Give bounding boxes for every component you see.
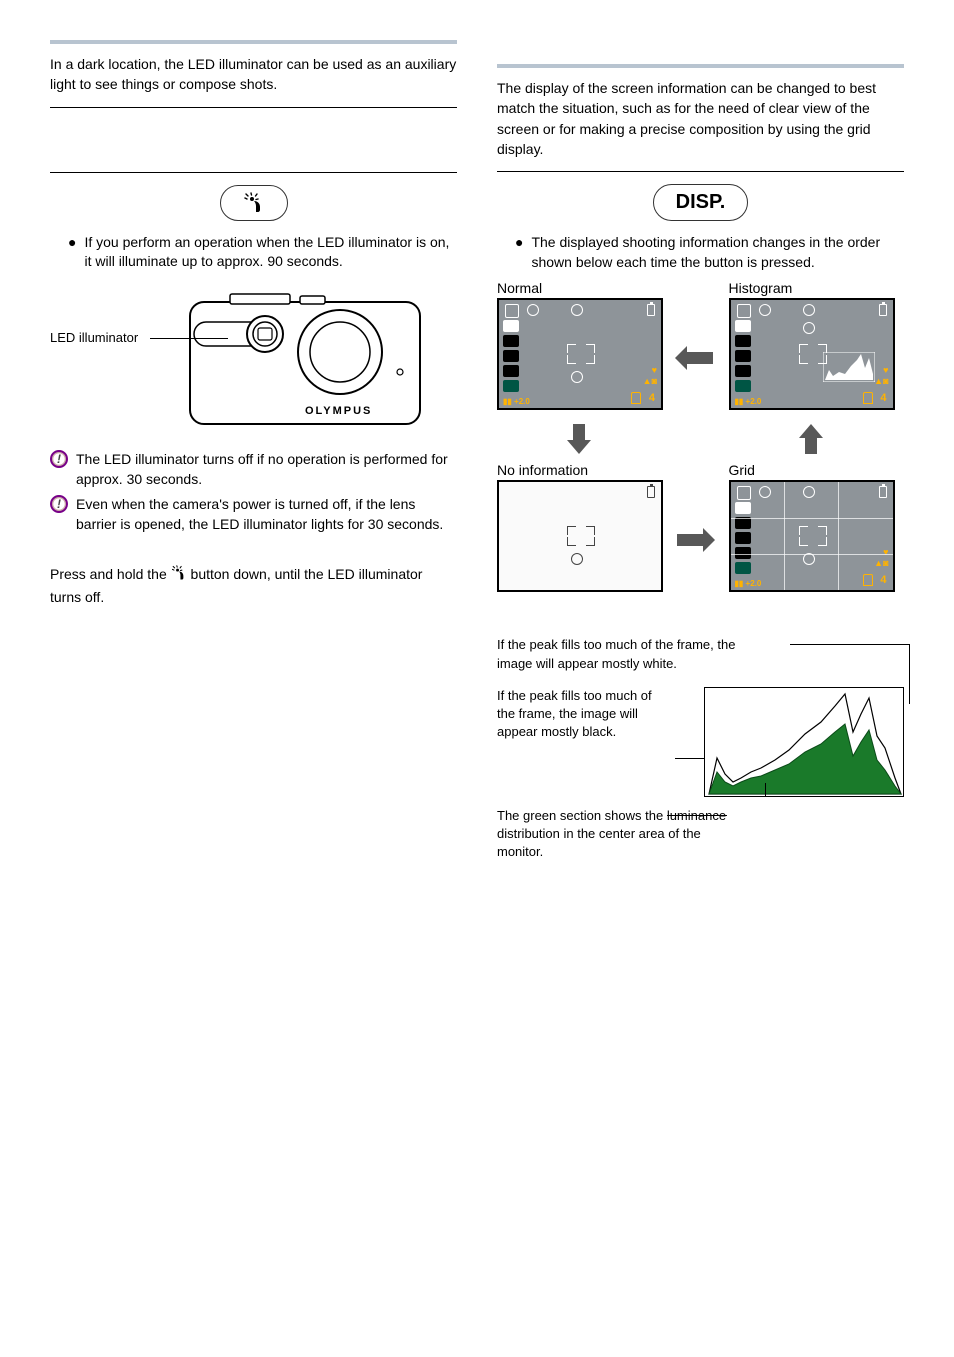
caution-icon: ! <box>50 495 68 513</box>
bullet-dot-icon: ● <box>515 233 523 272</box>
note-text: The LED illuminator turns off if no oper… <box>76 450 457 489</box>
leader-line <box>150 338 228 339</box>
left-intro: In a dark location, the LED illuminator … <box>50 54 457 95</box>
left-column: In a dark location, the LED illuminator … <box>50 40 457 861</box>
shots-remaining: 4 <box>880 575 886 586</box>
bullet: ● The displayed shooting information cha… <box>497 233 904 272</box>
section-rule <box>497 64 904 68</box>
press-hold-paragraph: Press and hold the button down, until th… <box>50 564 457 607</box>
leader-line <box>909 644 910 704</box>
illuminator-button-pill <box>220 185 288 221</box>
arrow-left-icon <box>675 346 715 370</box>
caution-icon: ! <box>50 450 68 468</box>
histogram-white-text: If the peak fills too much of the frame,… <box>497 636 757 672</box>
screen-noinfo <box>497 480 663 592</box>
screen-normal: ♥▲◙ 4 ▮▮ +2.0 <box>497 298 663 410</box>
bullet-text: If you perform an operation when the LED… <box>84 233 457 272</box>
mini-histogram-icon <box>823 352 875 382</box>
disp-button-pill: DISP. <box>653 184 749 221</box>
histogram-black-text: If the peak fills too much of the frame,… <box>497 687 657 742</box>
screen-label-histogram: Histogram <box>729 280 905 296</box>
divider <box>497 171 904 172</box>
divider <box>50 172 457 173</box>
right-intro: The display of the screen information ca… <box>497 78 904 159</box>
histogram-explanation: If the peak fills too much of the frame,… <box>497 636 904 861</box>
divider <box>50 107 457 108</box>
screen-label-grid: Grid <box>729 462 905 478</box>
svg-text:OLYMPUS: OLYMPUS <box>305 405 372 417</box>
shots-remaining: 4 <box>649 393 655 404</box>
histogram-chart <box>704 687 904 797</box>
bullet-text: The displayed shooting information chang… <box>531 233 904 272</box>
bullet: ● If you perform an operation when the L… <box>50 233 457 272</box>
display-cycle-diagram: Normal ♥▲◙ 4 ▮▮ +2.0 <box>497 280 904 600</box>
screen-grid: ♥▲◙ 4 ▮▮ +2.0 <box>729 480 895 592</box>
camera-illustration: OLYMPUS <box>170 292 440 432</box>
screen-label-noinfo: No information <box>497 462 673 478</box>
right-column: The display of the screen information ca… <box>497 40 904 861</box>
arrow-right-icon <box>675 528 715 552</box>
screen-histogram: ♥▲◙ 4 ▮▮ +2.0 <box>729 298 895 410</box>
arrow-down-icon <box>567 424 591 454</box>
illuminator-icon <box>171 565 187 587</box>
shots-remaining: 4 <box>880 393 886 404</box>
screen-label-normal: Normal <box>497 280 673 296</box>
bullet-dot-icon: ● <box>68 233 76 272</box>
caution-note: ! Even when the camera's power is turned… <box>50 495 457 534</box>
camera-label: LED illuminator <box>50 330 138 345</box>
camera-diagram: LED illuminator OLYMPUS <box>50 292 457 432</box>
note-text: Even when the camera's power is turned o… <box>76 495 457 534</box>
section-rule <box>50 40 457 44</box>
leader-line <box>667 815 727 816</box>
caution-note: ! The LED illuminator turns off if no op… <box>50 450 457 489</box>
leader-line <box>790 644 910 645</box>
illuminator-icon <box>243 192 265 214</box>
text: Press and hold the <box>50 566 171 582</box>
arrow-up-icon <box>799 424 823 454</box>
